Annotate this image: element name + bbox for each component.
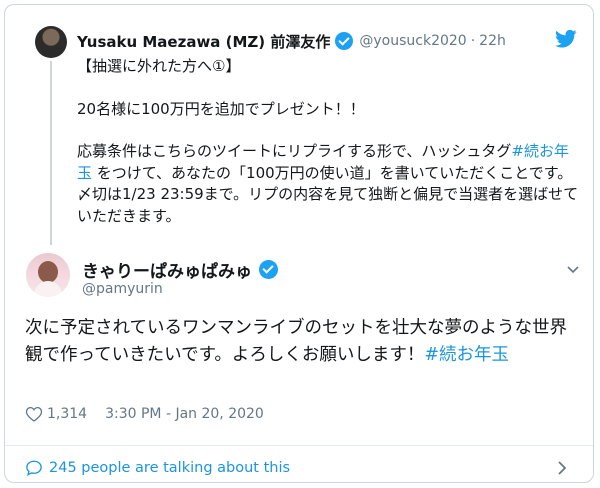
tweet-meta: 1,314 3:30 PM - Jan 20, 2020 <box>25 406 264 422</box>
talking-about-link[interactable]: 245 people are talking about this <box>25 454 581 482</box>
tweet-card: Yusaku Maezawa (MZ) 前澤友作 @yousuck2020 · … <box>4 4 594 483</box>
tweet-hashtag-link[interactable]: #続お年玉 <box>424 345 509 365</box>
twitter-bird-icon[interactable] <box>555 29 577 49</box>
footer-divider <box>5 445 593 446</box>
quoted-line-2: 20名様に100万円を追加でプレゼント！！ <box>77 99 365 118</box>
quoted-line-1: 【抽選に外れた方へ①】 <box>77 57 241 75</box>
quoted-paragraph-suffix: をつけて、あなたの「100万円の使い道」を書いていただくことです。〆切は1/23… <box>77 163 579 225</box>
user-name[interactable]: きゃりーぱみゅぱみゅ <box>82 257 252 282</box>
verified-badge-icon <box>335 32 354 50</box>
heart-icon[interactable] <box>25 406 43 422</box>
quoted-user-name[interactable]: Yusaku Maezawa (MZ) 前澤友作 <box>77 31 330 52</box>
tweet-timestamp[interactable]: 3:30 PM - Jan 20, 2020 <box>105 406 264 422</box>
chevron-right-icon <box>558 461 567 475</box>
quoted-user-handle[interactable]: @yousuck2020 <box>359 33 466 49</box>
quoted-tweet-header: Yusaku Maezawa (MZ) 前澤友作 @yousuck2020 · … <box>77 31 506 51</box>
quoted-user-avatar[interactable] <box>35 26 67 58</box>
verified-badge-icon <box>259 260 278 279</box>
user-handle[interactable]: @pamyurin <box>82 281 163 297</box>
quoted-tweet-text: 【抽選に外れた方へ①】 20名様に100万円を追加でプレゼント！！ 応募条件はこ… <box>77 56 582 227</box>
quoted-tweet-time[interactable]: 22h <box>479 33 506 49</box>
separator-dot: · <box>470 33 476 49</box>
quoted-paragraph: 応募条件はこちらのツイートにリプライする形で、ハッシュタグ#続お年玉 をつけて、… <box>77 141 582 227</box>
like-count[interactable]: 1,314 <box>47 406 87 422</box>
quoted-paragraph-prefix: 応募条件はこちらのツイートにリプライする形で、ハッシュタグ <box>77 142 512 160</box>
user-name-row: きゃりーぱみゅぱみゅ <box>82 257 278 282</box>
thread-connector-line <box>50 61 52 245</box>
comment-bubble-icon <box>26 460 42 477</box>
chevron-down-icon[interactable] <box>567 263 579 275</box>
talking-about-text: 245 people are talking about this <box>49 460 291 476</box>
tweet-text: 次に予定されているワンマンライブのセットを壮大な夢のような世界観で作っていきたい… <box>25 315 580 369</box>
user-avatar[interactable] <box>26 253 70 297</box>
